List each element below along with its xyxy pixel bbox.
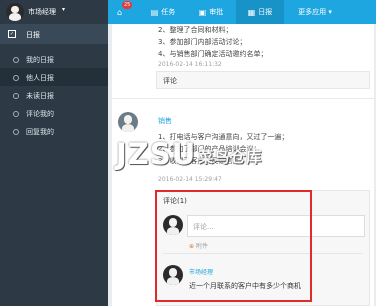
- list-icon: ▤: [150, 7, 159, 17]
- chevron-down-icon: ▾: [62, 6, 66, 13]
- sidebar-item-unread-reports[interactable]: 未读日报: [0, 86, 108, 104]
- author-avatar: [118, 112, 138, 132]
- bullet-icon: [13, 129, 19, 135]
- bullet-icon: [13, 93, 19, 99]
- sidebar-item-label: 未读日报: [26, 92, 54, 100]
- bullet-icon: [13, 111, 19, 117]
- report-line: 2、整理了合同和材料；: [158, 26, 233, 34]
- sidebar-section-daily-report[interactable]: ✓ 日报: [0, 24, 108, 44]
- watermark-text: JZSU: [116, 137, 197, 171]
- bullet-icon: [13, 75, 19, 81]
- home-button[interactable]: ⌂ 25: [112, 0, 133, 24]
- sidebar-item-my-reports[interactable]: 我的日报: [0, 50, 108, 68]
- notification-badge: 25: [122, 1, 133, 9]
- nav-more-apps[interactable]: 更多应用 ▾: [286, 0, 344, 24]
- nav-tab-daily-report[interactable]: ▦ 日报: [236, 0, 284, 24]
- report-timestamp: 2016-02-14 15:29:47: [158, 176, 222, 183]
- checkbox-icon: ✓: [8, 30, 16, 38]
- sidebar-item-label: 他人日报: [26, 74, 54, 82]
- calendar-icon: ▦: [247, 7, 256, 17]
- nav-tab-label: 任务: [161, 8, 176, 16]
- sidebar-item-comments-to-me[interactable]: 评论我的: [0, 104, 108, 122]
- watermark: JZSU 菜鸟仓库: [116, 137, 262, 171]
- user-name: 市场经理: [28, 8, 56, 16]
- divider: [112, 98, 374, 99]
- nav-tab-approval[interactable]: ▣ 审批: [188, 0, 234, 24]
- comment-toggle[interactable]: 评论: [156, 71, 370, 89]
- watermark-cn-text: 菜鸟仓库: [198, 147, 263, 166]
- nav-tab-label: 更多应用 ▾: [298, 8, 332, 16]
- user-menu[interactable]: 市场经理 ▾: [0, 0, 108, 24]
- sidebar-item-label: 我的日报: [26, 56, 54, 64]
- report-line: 4、与销售部门确定活动邀约名单；: [158, 50, 268, 58]
- stamp-icon: ▣: [198, 7, 207, 17]
- home-icon: ⌂: [116, 7, 123, 17]
- report-line: 3、参加部门内部活动讨论；: [158, 38, 247, 46]
- bullet-icon: [13, 57, 19, 63]
- sidebar-item-label: 回复我的: [26, 128, 54, 136]
- nav-tab-tasks[interactable]: ▤ 任务: [142, 0, 184, 24]
- highlight-frame: [155, 190, 312, 302]
- user-avatar: [6, 3, 24, 21]
- sidebar-item-replies-to-me[interactable]: 回复我的: [0, 122, 108, 140]
- author-name[interactable]: 销售: [158, 116, 172, 126]
- top-navbar: 市场经理 ▾ ⌂ 25 ▤ 任务 ▣ 审批 ▦ 日报 更多应用 ▾: [0, 0, 376, 24]
- sidebar-item-label: 评论我的: [26, 110, 54, 118]
- nav-tab-label: 审批: [209, 8, 224, 16]
- sidebar-section-label: 日报: [26, 31, 40, 39]
- comment-label: 评论: [163, 77, 177, 85]
- report-timestamp: 2016-02-14 16:11:32: [158, 61, 222, 68]
- sidebar: ✓ 日报 我的日报 他人日报 未读日报 评论我的 回复我的: [0, 24, 108, 306]
- sidebar-item-others-reports[interactable]: 他人日报: [0, 68, 108, 86]
- nav-tab-label: 日报: [258, 8, 273, 16]
